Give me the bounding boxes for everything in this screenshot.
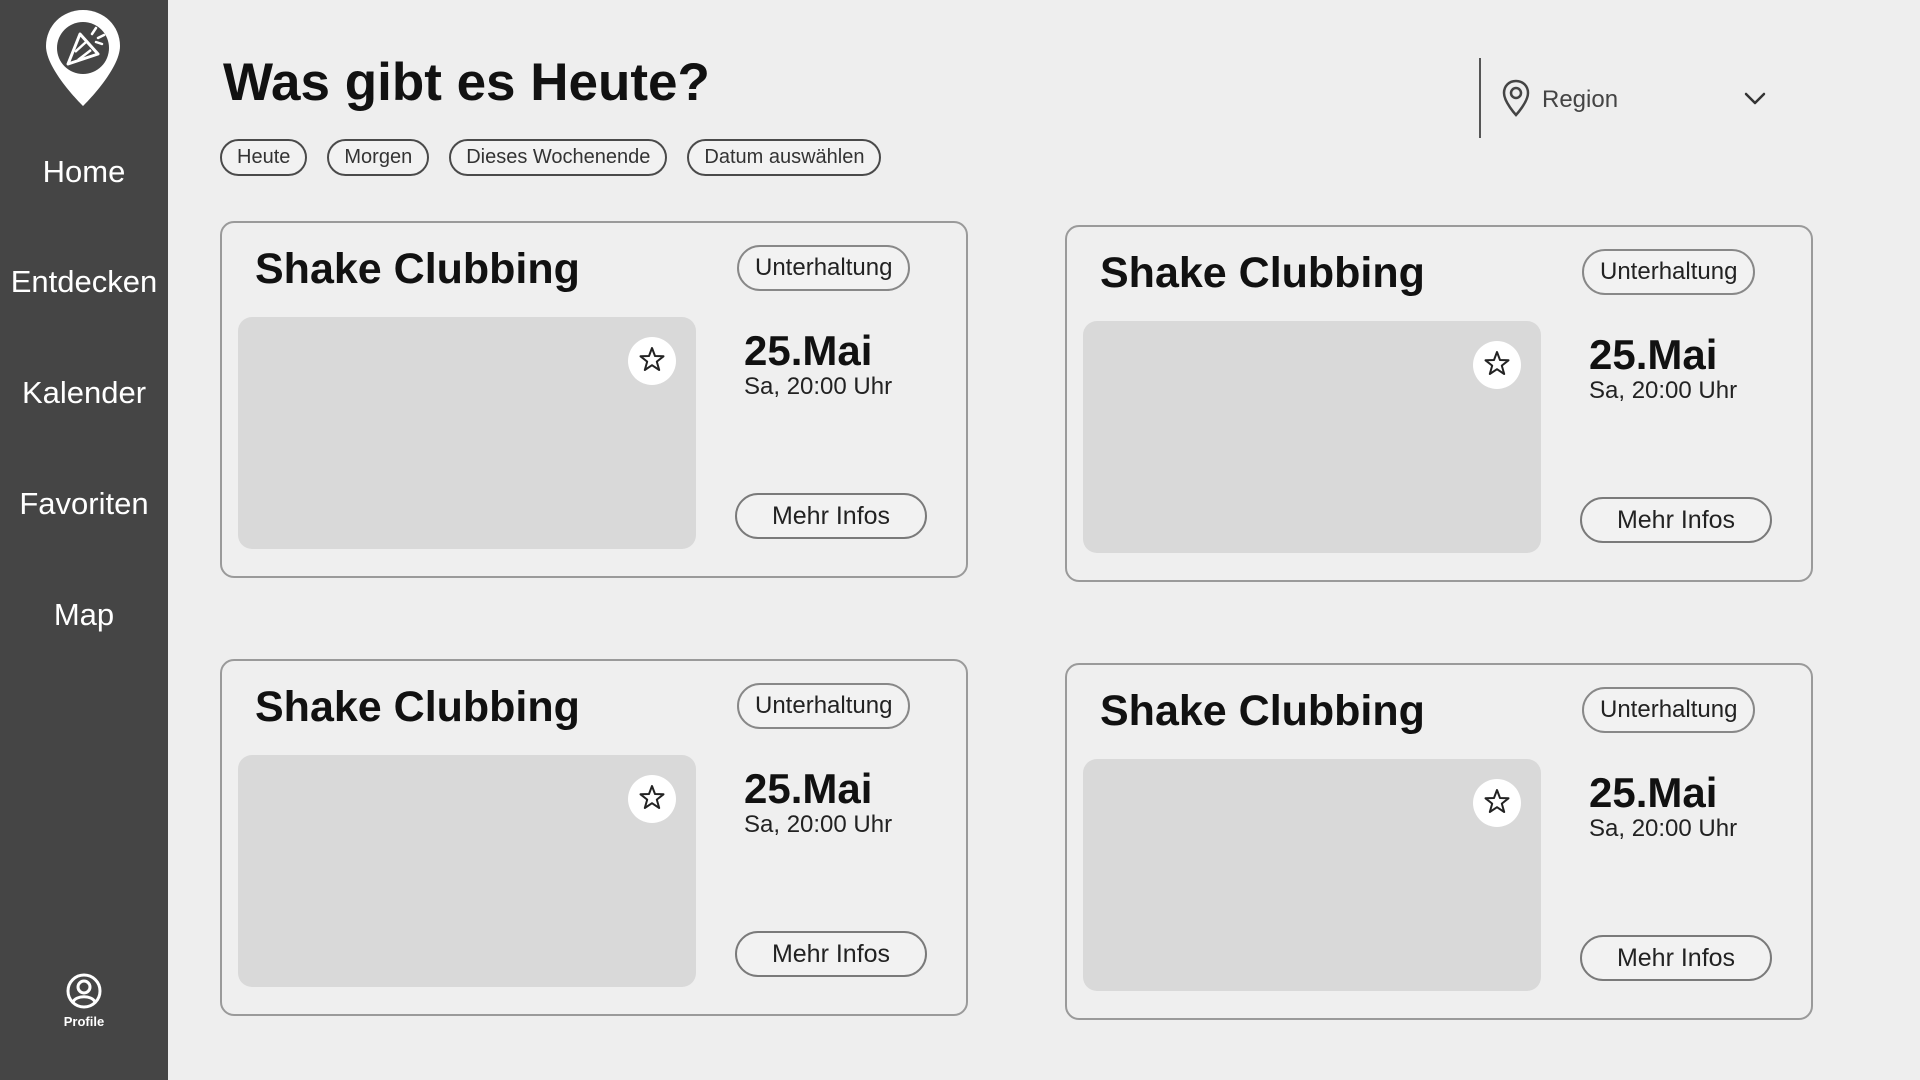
event-card: Shake Clubbing Unterhaltung 25.Mai Sa, 2… xyxy=(220,659,968,1016)
more-info-button[interactable]: Mehr Infos xyxy=(735,493,927,539)
profile-button[interactable]: Profile xyxy=(0,972,168,1029)
event-time: Sa, 20:00 Uhr xyxy=(744,811,893,838)
event-card: Shake Clubbing Unterhaltung 25.Mai Sa, 2… xyxy=(1065,663,1813,1020)
favorite-button[interactable] xyxy=(1473,341,1521,389)
more-info-button[interactable]: Mehr Infos xyxy=(1580,497,1772,543)
favorite-button[interactable] xyxy=(628,775,676,823)
sidebar-item-map[interactable]: Map xyxy=(0,597,168,633)
event-title: Shake Clubbing xyxy=(1100,687,1425,735)
event-time: Sa, 20:00 Uhr xyxy=(1589,377,1738,404)
page-title: Was gibt es Heute? xyxy=(223,53,710,112)
sidebar-item-entdecken[interactable]: Entdecken xyxy=(0,264,168,300)
star-outline-icon xyxy=(1483,349,1511,382)
event-title: Shake Clubbing xyxy=(255,245,580,293)
category-badge: Unterhaltung xyxy=(737,245,911,291)
sidebar-item-kalender[interactable]: Kalender xyxy=(0,375,168,411)
sidebar-item-home[interactable]: Home xyxy=(0,154,168,190)
favorite-button[interactable] xyxy=(628,337,676,385)
event-title: Shake Clubbing xyxy=(255,683,580,731)
app-logo-icon[interactable] xyxy=(44,8,122,108)
star-outline-icon xyxy=(1483,787,1511,820)
event-date: 25.Mai xyxy=(744,327,873,374)
filter-chip-datum-auswaehlen[interactable]: Datum auswählen xyxy=(687,139,882,176)
more-info-button[interactable]: Mehr Infos xyxy=(735,931,927,977)
event-date: 25.Mai xyxy=(1589,331,1718,378)
event-image-placeholder xyxy=(1083,759,1541,991)
event-image-placeholder xyxy=(1083,321,1541,553)
filter-chip-heute[interactable]: Heute xyxy=(220,139,308,176)
event-time: Sa, 20:00 Uhr xyxy=(1589,815,1738,842)
event-image-placeholder xyxy=(238,755,696,987)
favorite-button[interactable] xyxy=(1473,779,1521,827)
event-time: Sa, 20:00 Uhr xyxy=(744,373,893,400)
divider xyxy=(1479,58,1481,138)
more-info-button[interactable]: Mehr Infos xyxy=(1580,935,1772,981)
event-title: Shake Clubbing xyxy=(1100,249,1425,297)
profile-label: Profile xyxy=(63,1014,105,1029)
filter-chip-wochenende[interactable]: Dieses Wochenende xyxy=(449,139,668,176)
event-date: 25.Mai xyxy=(1589,769,1718,816)
sidebar-item-favoriten[interactable]: Favoriten xyxy=(0,486,168,522)
user-circle-icon xyxy=(0,972,168,1010)
event-date: 25.Mai xyxy=(744,765,873,812)
event-card: Shake Clubbing Unterhaltung 25.Mai Sa, 2… xyxy=(220,221,968,578)
date-filter-bar: Heute Morgen Dieses Wochenende Datum aus… xyxy=(220,139,882,176)
category-badge: Unterhaltung xyxy=(1582,249,1756,295)
map-pin-icon xyxy=(1500,78,1532,123)
chevron-down-icon xyxy=(1740,83,1770,118)
sidebar: Home Entdecken Kalender Favoriten Map Pr… xyxy=(0,0,168,1080)
category-badge: Unterhaltung xyxy=(737,683,911,729)
region-dropdown[interactable]: Region xyxy=(1500,76,1770,124)
category-badge: Unterhaltung xyxy=(1582,687,1756,733)
event-card: Shake Clubbing Unterhaltung 25.Mai Sa, 2… xyxy=(1065,225,1813,582)
event-image-placeholder xyxy=(238,317,696,549)
filter-chip-morgen[interactable]: Morgen xyxy=(327,139,430,176)
star-outline-icon xyxy=(638,345,666,378)
star-outline-icon xyxy=(638,783,666,816)
region-label: Region xyxy=(1542,86,1619,113)
